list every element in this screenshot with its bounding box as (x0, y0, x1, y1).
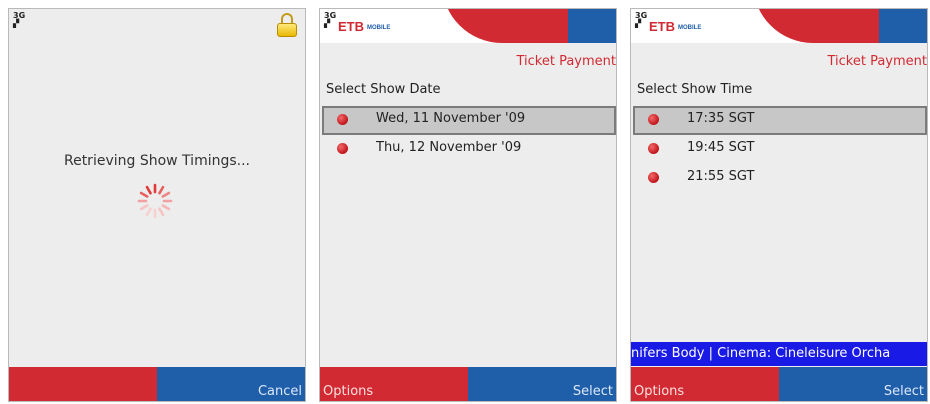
date-list: Wed, 11 November '09 Thu, 12 November '0… (322, 106, 616, 164)
bullet-icon (648, 114, 659, 125)
list-item-label: Wed, 11 November '09 (376, 111, 526, 126)
softkey-bar: Cancel (9, 367, 305, 401)
header-banner: ETB MOBILE (631, 9, 927, 43)
ticker-text: nifers Body | Cinema: Cineleisure Orcha (631, 346, 891, 361)
select-time-screen: ETB MOBILE 3G ▞ Ticket Payment Select Show… (630, 8, 928, 402)
options-softkey[interactable]: Options (631, 367, 779, 401)
bullet-icon (648, 172, 659, 183)
list-item-label: 17:35 SGT (687, 111, 755, 126)
network-indicator-icon: 3G ▞ (635, 11, 648, 28)
etb-logo: ETB MOBILE (649, 19, 702, 34)
time-list: 17:35 SGT 19:45 SGT 21:55 SGT (633, 106, 927, 193)
list-item-label: 19:45 SGT (687, 140, 755, 155)
cancel-softkey[interactable]: Cancel (157, 367, 305, 401)
list-item-time[interactable]: 19:45 SGT (633, 135, 927, 164)
page-title: Ticket Payment (516, 54, 616, 69)
etb-logo: ETB MOBILE (338, 19, 391, 34)
list-item-label: Thu, 12 November '09 (376, 140, 522, 155)
bullet-icon (648, 143, 659, 154)
list-prompt: Select Show Time (637, 82, 753, 97)
left-softkey[interactable] (9, 367, 157, 401)
network-indicator-icon: 3G ▞ (13, 11, 26, 28)
select-softkey[interactable]: Select (468, 367, 616, 401)
list-item-label: 21:55 SGT (687, 169, 755, 184)
loading-screen: 3G ▞ Retrieving Show Timings... Cancel (8, 8, 306, 402)
info-ticker: nifers Body | Cinema: Cineleisure Orcha (631, 342, 927, 366)
page-title: Ticket Payment (827, 54, 927, 69)
softkey-bar: Options Select (320, 367, 616, 401)
bullet-icon (337, 143, 348, 154)
list-item-date[interactable]: Thu, 12 November '09 (322, 135, 616, 164)
bullet-icon (337, 114, 348, 125)
list-item-time[interactable]: 21:55 SGT (633, 164, 927, 193)
header-banner: ETB MOBILE (320, 9, 616, 43)
loading-message: Retrieving Show Timings... (63, 153, 250, 169)
list-item-date[interactable]: Wed, 11 November '09 (322, 106, 616, 135)
network-indicator-icon: 3G ▞ (324, 11, 337, 28)
options-softkey[interactable]: Options (320, 367, 468, 401)
select-softkey[interactable]: Select (779, 367, 927, 401)
softkey-bar: Options Select (631, 367, 927, 401)
list-item-time[interactable]: 17:35 SGT (633, 106, 927, 135)
select-date-screen: ETB MOBILE 3G ▞ Ticket Payment Select Show… (319, 8, 617, 402)
lock-icon (277, 13, 297, 37)
list-prompt: Select Show Date (326, 82, 441, 97)
loading-spinner-icon (137, 183, 173, 219)
